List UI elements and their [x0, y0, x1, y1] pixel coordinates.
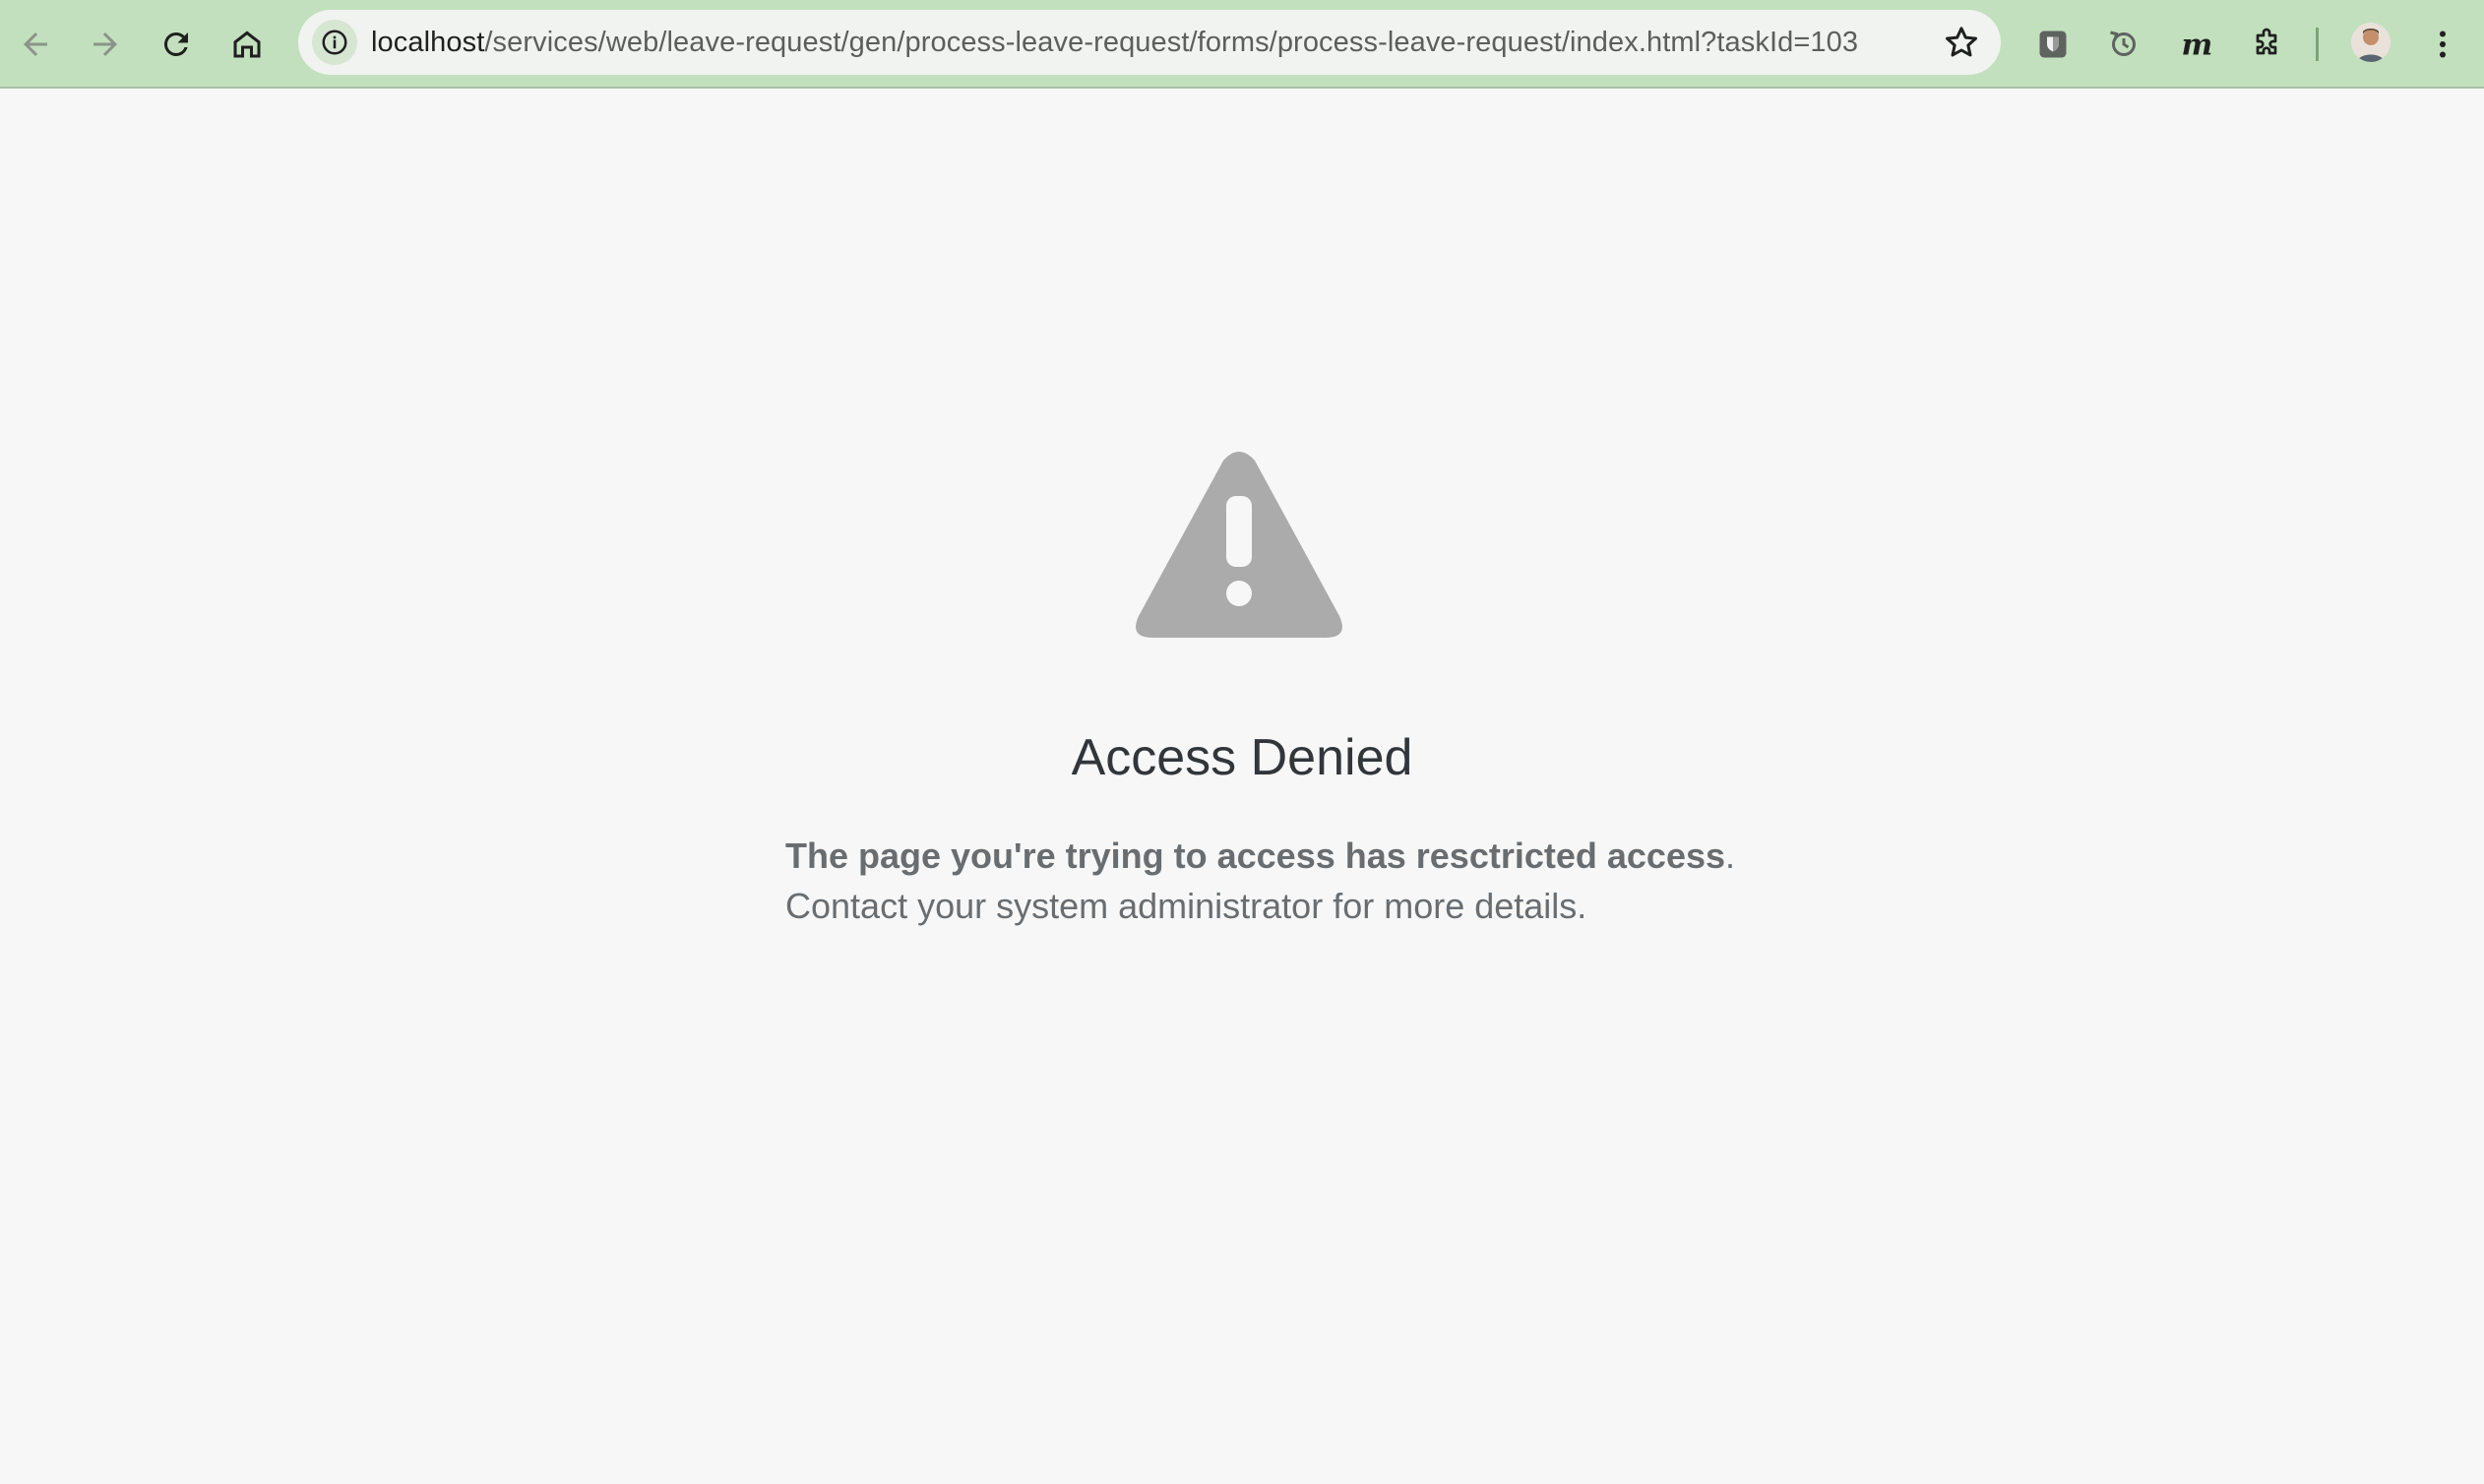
browser-menu-button[interactable]	[2418, 20, 2467, 69]
shield-extension-icon	[2039, 31, 2067, 58]
arrow-left-icon	[24, 32, 47, 56]
puzzle-icon	[2256, 28, 2277, 55]
svg-text:m: m	[2182, 29, 2213, 63]
home-button[interactable]	[222, 20, 272, 69]
star-icon[interactable]	[1942, 23, 1981, 62]
kebab-menu-icon	[2440, 31, 2446, 58]
extension-sync-button[interactable]	[2099, 20, 2148, 69]
error-message-detail: Contact your system administrator for mo…	[785, 886, 1587, 926]
m-extension-icon: m	[2182, 29, 2213, 63]
url-text[interactable]: localhost/services/web/leave-request/gen…	[371, 27, 1858, 59]
sync-extension-icon	[2110, 31, 2136, 56]
browser-toolbar: localhost/services/web/leave-request/gen…	[0, 0, 2484, 89]
reload-button[interactable]	[152, 20, 201, 69]
page-content: Access Denied The page you're trying to …	[0, 91, 2484, 1484]
reload-icon	[163, 31, 188, 56]
url-path: /services/web/leave-request/gen/process-…	[484, 27, 1859, 58]
error-message-period: .	[1725, 835, 1736, 876]
extensions-button[interactable]	[2242, 20, 2291, 69]
extension-shield-button[interactable]	[2028, 20, 2078, 69]
back-button[interactable]	[11, 20, 60, 69]
error-message: The page you're trying to access has res…	[785, 831, 1750, 931]
info-icon[interactable]	[312, 20, 357, 65]
forward-button[interactable]	[81, 20, 130, 69]
warning-triangle-icon	[1136, 452, 1342, 638]
home-icon	[233, 31, 261, 58]
avatar[interactable]	[2351, 23, 2391, 62]
url-host: localhost	[371, 27, 485, 58]
extension-m-button[interactable]: m	[2170, 20, 2219, 69]
address-bar[interactable]: localhost/services/web/leave-request/gen…	[298, 10, 2001, 75]
toolbar-divider	[2316, 28, 2319, 61]
page-title: Access Denied	[1071, 729, 1413, 786]
error-message-bold: The page you're trying to access has res…	[785, 835, 1726, 876]
arrow-right-icon	[93, 32, 117, 56]
